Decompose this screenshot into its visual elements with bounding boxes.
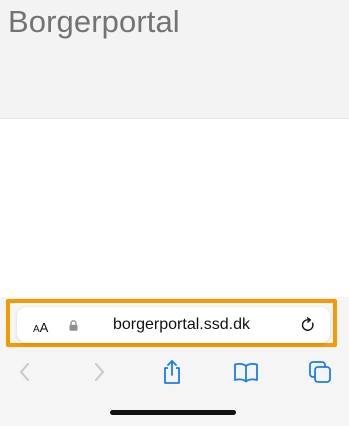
tabs-button[interactable] xyxy=(307,359,333,385)
bookmarks-icon xyxy=(234,362,258,383)
address-bar[interactable]: AA borgerportal.ssd.dk xyxy=(17,307,330,343)
bookmarks-button[interactable] xyxy=(233,359,259,385)
forward-button[interactable] xyxy=(86,359,112,385)
browser-page: Borgerportal AA borgerportal.ssd.dk xyxy=(0,0,349,426)
reload-icon[interactable] xyxy=(300,317,316,333)
home-indicator xyxy=(110,410,236,415)
lock-icon xyxy=(69,320,78,331)
back-button[interactable] xyxy=(12,359,38,385)
tabs-icon xyxy=(309,361,331,383)
page-content xyxy=(0,119,349,297)
share-button[interactable] xyxy=(159,359,185,385)
share-icon xyxy=(164,360,180,384)
site-header: Borgerportal xyxy=(0,0,349,119)
text-size-large-a: A xyxy=(39,320,49,335)
forward-icon xyxy=(95,363,104,381)
text-size-small-a: A xyxy=(33,324,40,335)
text-size-button[interactable]: AA xyxy=(33,320,49,335)
site-title[interactable]: Borgerportal xyxy=(8,4,180,40)
back-icon xyxy=(20,363,29,381)
url-text[interactable]: borgerportal.ssd.dk xyxy=(113,316,250,334)
